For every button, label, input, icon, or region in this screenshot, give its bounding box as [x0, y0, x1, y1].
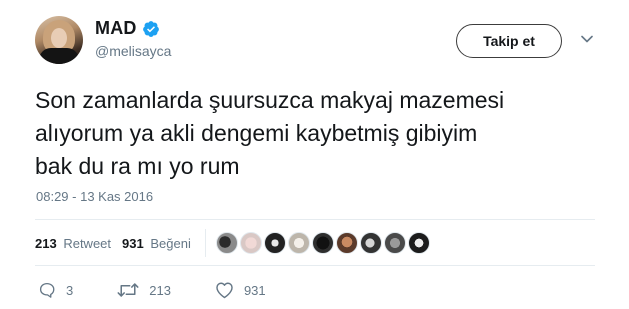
retweet-count: 213: [149, 282, 171, 298]
tweet-stats: 213 Retweet 931 Beğeni: [35, 228, 430, 258]
tweet-card: MAD @melisayca Takip et Son zamanlarda ş…: [0, 0, 629, 309]
like-action[interactable]: 931: [215, 281, 266, 299]
divider: [35, 219, 595, 220]
liker-avatar[interactable]: [335, 232, 358, 254]
verified-badge-icon: [142, 20, 159, 37]
divider: [35, 265, 595, 266]
like-stat-count: 931: [122, 235, 144, 251]
liker-avatar[interactable]: [215, 232, 238, 254]
like-stat-label: Beğeni: [150, 235, 191, 251]
chevron-down-icon[interactable]: [581, 35, 593, 43]
tweet-text-line: Son zamanlarda şuursuzca makyaj mazemesi: [35, 87, 505, 113]
display-name[interactable]: MAD: [95, 18, 137, 39]
name-row: MAD: [95, 18, 171, 39]
liker-avatar[interactable]: [407, 232, 430, 254]
tweet-text-line: alıyorum ya akli dengemi kaybetmiş gibiy…: [35, 120, 478, 146]
like-count: 931: [243, 282, 266, 298]
retweet-action[interactable]: 213: [117, 281, 171, 299]
user-handle[interactable]: @melisayca: [95, 43, 171, 59]
tweet-actions: 3 213 931: [38, 281, 310, 299]
liker-avatar[interactable]: [359, 232, 382, 254]
heart-icon: [216, 282, 233, 299]
retweet-stat[interactable]: 213 Retweet: [35, 236, 111, 251]
avatar-shirt: [39, 48, 79, 64]
retweet-icon: [117, 283, 139, 297]
tweet-timestamp[interactable]: 08:29 - 13 Kas 2016: [36, 189, 153, 204]
liker-avatar[interactable]: [383, 232, 406, 254]
stats-separator: [204, 229, 206, 257]
tweet-text-line: bak du ra mı yo rum: [35, 153, 240, 179]
liker-avatar[interactable]: [287, 232, 310, 254]
avatar-face: [51, 28, 67, 48]
tweet-text: Son zamanlarda şuursuzca makyaj mazemesi…: [35, 84, 615, 183]
retweet-stat-count: 213: [35, 235, 57, 251]
reply-count: 3: [66, 282, 74, 298]
liker-avatar[interactable]: [263, 232, 286, 254]
retweet-stat-label: Retweet: [63, 235, 112, 251]
avatar[interactable]: [35, 16, 83, 64]
follow-button[interactable]: Takip et: [456, 24, 562, 58]
reply-icon: [39, 282, 55, 298]
user-names: MAD @melisayca: [95, 18, 171, 59]
liker-avatars: [215, 232, 430, 254]
like-stat[interactable]: 931 Beğeni: [122, 236, 191, 251]
liker-avatar[interactable]: [311, 232, 334, 254]
reply-action[interactable]: 3: [38, 281, 73, 299]
liker-avatar[interactable]: [239, 232, 262, 254]
